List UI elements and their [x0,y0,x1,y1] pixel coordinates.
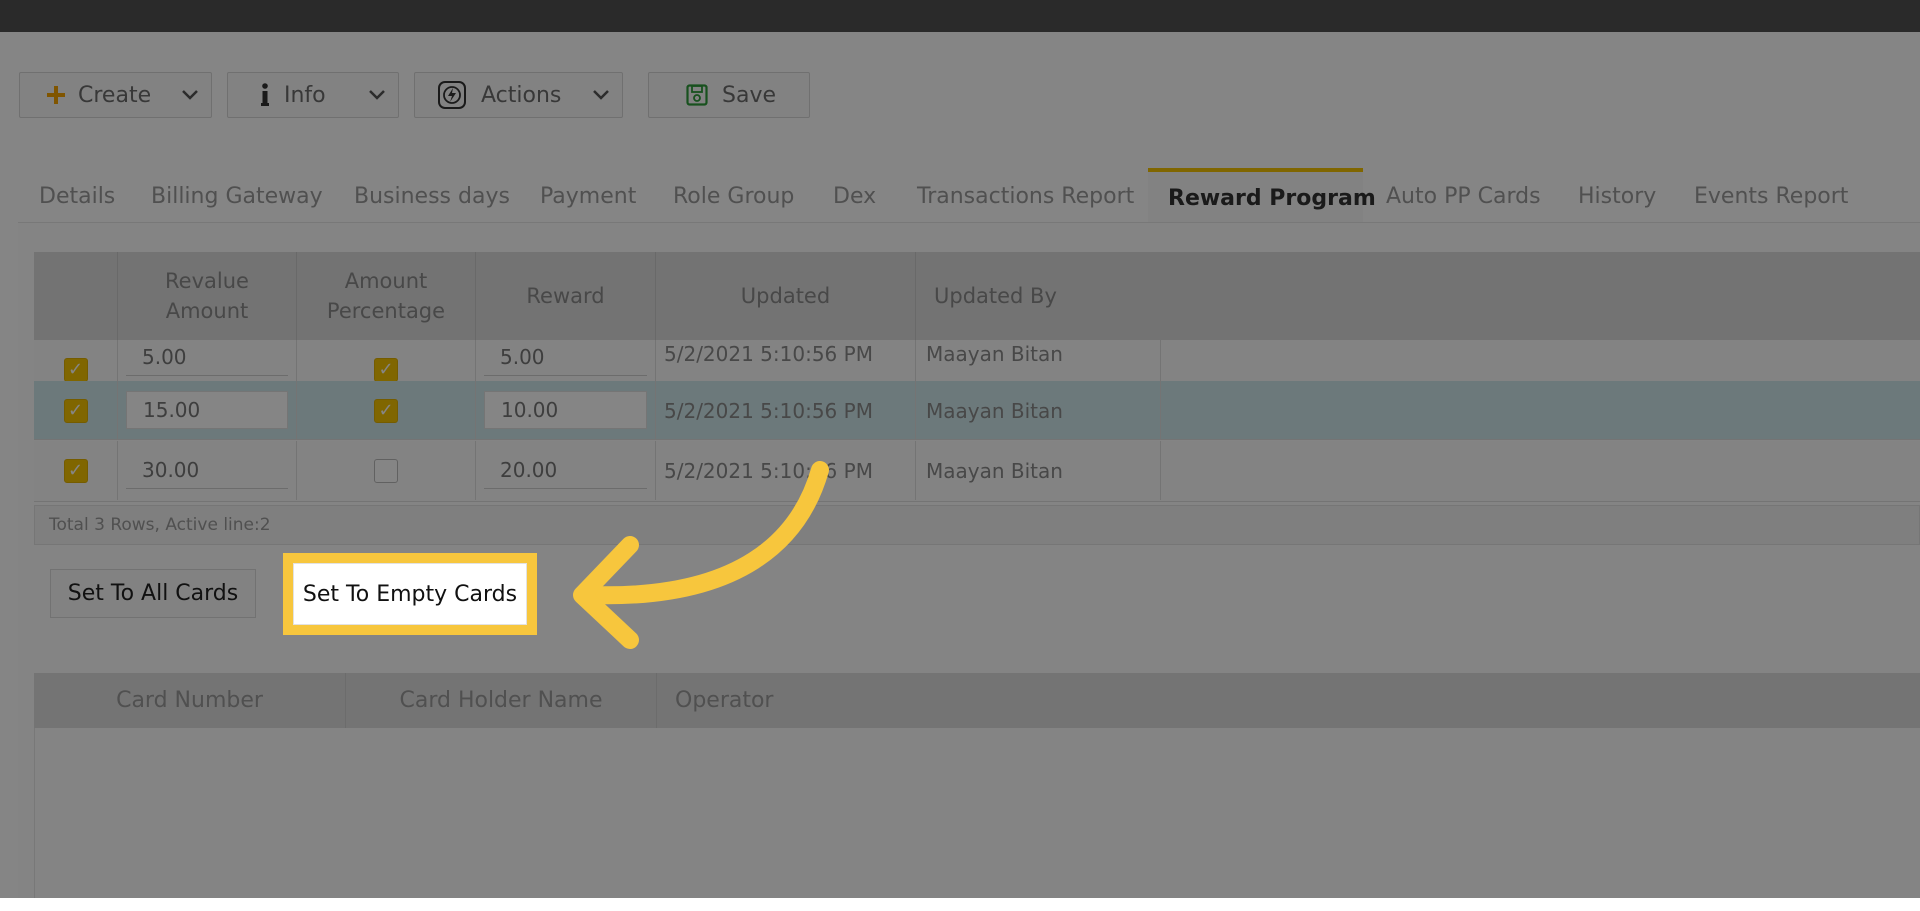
tab-bar: Details Billing Gateway Business days Pa… [20,168,1920,222]
info-icon [260,83,270,107]
cards-grid-header: Card Number Card Holder Name Operator [34,673,1920,728]
amount-percentage-cell: ✓ [297,381,476,440]
tab-payment[interactable]: Payment [540,168,636,222]
actions-label: Actions [481,82,562,108]
table-row[interactable]: ✓ 15.00 ✓ 10.00 5/2/2021 5:10:56 PM Maay… [34,381,1920,440]
button-label: Set To All Cards [67,581,239,606]
updated-by-value: Maayan Bitan [926,342,1063,366]
tab-billing-gateway[interactable]: Billing Gateway [151,168,323,222]
table-row[interactable]: ✓ 30.00 20.00 5/2/2021 5:10:56 PM Maayan… [34,441,1920,502]
create-label: Create [78,82,152,108]
info-button[interactable]: Info [227,72,399,118]
updated-value: 5/2/2021 5:10:56 PM [664,398,873,423]
revalue-amount-input[interactable]: 15.00 [126,391,288,429]
curved-arrow-icon [560,460,840,664]
tab-transactions-report[interactable]: Transactions Report [917,168,1134,222]
cards-grid-body [34,728,1920,898]
tab-reward-program[interactable]: Reward Program [1148,168,1376,222]
tab-role-group[interactable]: Role Group [673,168,794,222]
bolt-icon [437,80,467,110]
row-checkbox[interactable]: ✓ [63,398,88,423]
tab-events-report[interactable]: Events Report [1694,168,1848,222]
reward-cell: 10.00 [476,381,656,440]
updated-by-cell: Maayan Bitan [916,441,1161,500]
chevron-down-icon [592,89,610,101]
updated-value: 5/2/2021 5:10:56 PM [664,342,873,366]
column-header-revalue-amount[interactable]: Revalue Amount [118,252,297,340]
plus-icon [46,85,66,105]
set-to-empty-cards-button[interactable]: Set To Empty Cards [293,563,527,625]
chevron-down-icon [368,89,386,101]
revalue-amount-cell: 15.00 [118,381,297,440]
tab-details[interactable]: Details [39,168,115,222]
column-header-label: Operator [675,688,774,713]
row-select-cell: ✓ [34,441,118,500]
updated-by-value: Maayan Bitan [926,458,1063,483]
create-button[interactable]: Create [19,72,212,118]
column-header-updated[interactable]: Updated [656,252,916,340]
column-header-operator[interactable]: Operator [657,673,1057,728]
column-header-card-number[interactable]: Card Number [34,673,346,728]
column-header-label: Updated [740,284,831,308]
window-top-bar [0,0,1920,32]
reward-grid-header: Revalue Amount Amount Percentage Reward … [34,252,1920,341]
revalue-amount-input[interactable]: 30.00 [126,451,288,489]
chevron-down-icon [181,89,199,101]
updated-by-cell: Maayan Bitan [916,381,1161,440]
column-header-label: Revalue Amount [165,269,249,323]
save-icon [686,84,708,106]
column-header-label: Card Number [116,688,263,713]
amount-percentage-checkbox[interactable]: ✓ [374,398,398,423]
updated-cell: 5/2/2021 5:10:56 PM [656,381,916,440]
column-header-reward[interactable]: Reward [476,252,656,340]
column-header-label: Amount Percentage [326,269,446,323]
button-label: Set To Empty Cards [302,581,518,607]
row-checkbox[interactable]: ✓ [63,458,88,483]
column-header-label: Updated By [934,284,1057,308]
amount-percentage-checkbox[interactable]: ✓ [374,357,398,382]
tab-auto-pp-cards[interactable]: Auto PP Cards [1386,168,1541,222]
amount-percentage-cell [297,441,476,500]
amount-percentage-checkbox[interactable] [374,458,398,483]
column-header-updated-by[interactable]: Updated By [916,252,1196,340]
info-label: Info [284,82,326,108]
column-header-amount-percentage[interactable]: Amount Percentage [297,252,476,340]
actions-button[interactable]: Actions [414,72,623,118]
revalue-amount-cell: 30.00 [118,441,297,500]
reward-input[interactable]: 10.00 [484,391,647,429]
save-label: Save [722,82,777,108]
column-header-label: Card Holder Name [399,688,603,713]
reward-input[interactable]: 5.00 [484,338,647,376]
row-checkbox[interactable]: ✓ [63,357,88,382]
tab-history[interactable]: History [1578,168,1656,222]
set-to-all-cards-button[interactable]: Set To All Cards [50,569,256,618]
row-select-cell: ✓ [34,381,118,440]
tab-dex[interactable]: Dex [833,168,876,222]
grid-status-bar: Total 3 Rows, Active line:2 [34,505,1920,545]
column-header-card-holder-name[interactable]: Card Holder Name [346,673,657,728]
select-column-header [34,252,118,340]
updated-by-value: Maayan Bitan [926,398,1063,423]
save-button[interactable]: Save [648,72,810,118]
revalue-amount-input[interactable]: 5.00 [126,338,288,376]
tab-business-days[interactable]: Business days [354,168,510,222]
column-header-label: Reward [526,284,605,308]
grid-status-text: Total 3 Rows, Active line:2 [49,515,271,535]
